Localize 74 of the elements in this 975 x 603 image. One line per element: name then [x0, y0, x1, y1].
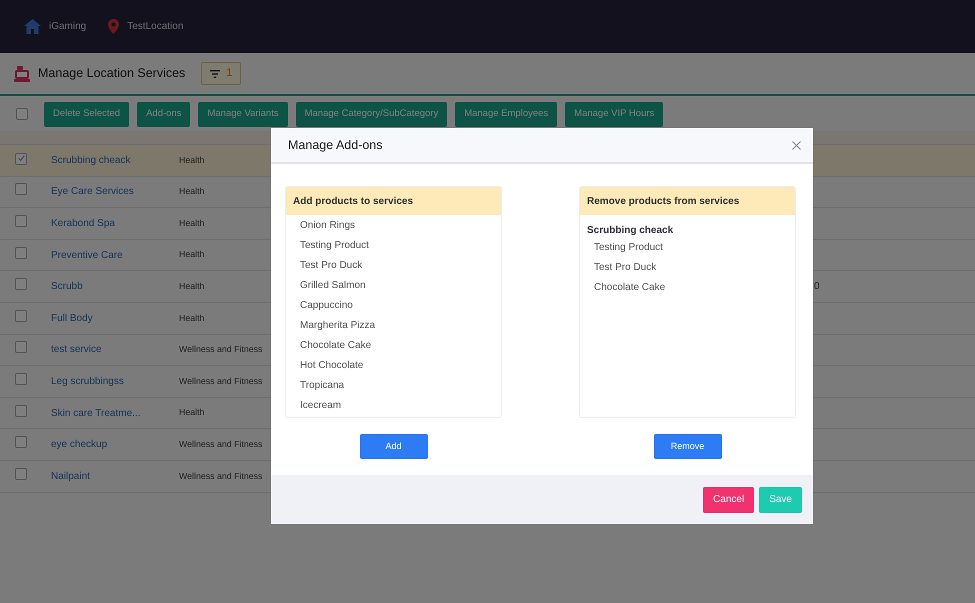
category-text: Health	[179, 249, 204, 260]
service-name-link[interactable]: Kerabond Spa	[51, 218, 115, 229]
select-all-checkbox[interactable]	[16, 108, 28, 120]
row-checkbox[interactable]	[15, 341, 27, 354]
category-text: Health	[179, 154, 204, 165]
page-title: Manage Location Services	[38, 65, 186, 82]
category-text: Health	[179, 186, 204, 196]
panel-title: Add products to services	[286, 187, 501, 215]
product-option[interactable]: Cappuccino	[300, 296, 501, 316]
service-name-link[interactable]: Preventive Care	[51, 250, 123, 261]
product-option[interactable]: Icecream	[300, 396, 501, 416]
service-name: Scrubbing cheack	[587, 225, 674, 236]
service-name-link[interactable]: Nailpaint	[51, 470, 90, 482]
service-name-link[interactable]: Leg scrubbingss	[51, 376, 124, 387]
product-option[interactable]: Chocolate Cake	[300, 336, 501, 356]
nav-link[interactable]: TestLocation	[127, 19, 184, 34]
product-option[interactable]: Tropicana	[300, 376, 501, 396]
category-text: Health	[179, 407, 204, 418]
panel-title: Remove products from services	[580, 187, 795, 215]
check-icon	[16, 154, 26, 164]
toolbar-button[interactable]: Add-ons	[137, 102, 190, 126]
product-option[interactable]: Grilled Salmon	[300, 276, 501, 296]
row-checkbox[interactable]	[15, 436, 27, 448]
service-name-link[interactable]: test service	[51, 344, 102, 356]
category-text: Health	[179, 281, 204, 292]
cancel-button[interactable]: Cancel	[703, 486, 754, 512]
modal-title: Manage Add-ons	[288, 136, 383, 154]
home-icon[interactable]	[24, 19, 41, 34]
filter-count: 1	[226, 66, 232, 82]
category-text: Health	[179, 218, 204, 228]
category-text: Wellness and Fitness	[179, 376, 262, 386]
product-option[interactable]: Chocolate Cake	[594, 282, 666, 293]
category-text: Health	[179, 312, 204, 323]
close-icon[interactable]	[792, 140, 801, 150]
toolbar-button[interactable]: Manage VIP Hours	[565, 102, 664, 126]
row-checkbox[interactable]	[15, 468, 27, 480]
toolbar-button[interactable]: Manage Category/SubCategory	[296, 102, 448, 126]
row-checkbox[interactable]	[15, 404, 27, 417]
row-checkbox[interactable]	[15, 183, 27, 196]
table-cell: 0	[814, 281, 820, 292]
category-text: Wellness and Fitness	[179, 470, 262, 481]
add-button[interactable]: Add	[360, 434, 428, 459]
toolbar-button[interactable]: Manage Variants	[198, 102, 288, 126]
row-checkbox[interactable]	[15, 278, 27, 290]
row-checkbox[interactable]	[15, 246, 27, 259]
remove-button[interactable]: Remove	[654, 434, 722, 459]
nav-link[interactable]: iGaming	[49, 19, 86, 34]
service-name-link[interactable]: Full Body	[51, 312, 93, 324]
filter-icon	[210, 70, 220, 78]
map-pin-icon[interactable]	[108, 19, 120, 34]
product-option[interactable]: Test Pro Duck	[300, 256, 501, 276]
service-name-link[interactable]: Scrubbing cheack	[51, 154, 130, 166]
row-checkbox[interactable]	[15, 372, 27, 385]
row-checkbox[interactable]	[15, 310, 27, 322]
product-option[interactable]: Testing Product	[300, 236, 501, 256]
save-button[interactable]: Save	[759, 486, 802, 512]
row-checkbox[interactable]	[15, 152, 27, 165]
category-text: Wellness and Fitness	[179, 439, 262, 450]
toolbar-button[interactable]: Manage Employees	[455, 102, 558, 126]
row-checkbox[interactable]	[15, 214, 27, 227]
category-text: Wellness and Fitness	[179, 344, 262, 354]
toolbar-button[interactable]: Delete Selected	[44, 102, 130, 126]
service-name-link[interactable]: eye checkup	[51, 439, 108, 450]
service-name-link[interactable]: Scrubb	[51, 281, 83, 292]
product-option[interactable]: Hot Chocolate	[300, 356, 501, 376]
product-option[interactable]: Testing Product	[594, 242, 663, 253]
service-name-link[interactable]: Skin care Treatme...	[51, 408, 140, 419]
filter-button[interactable]: 1	[201, 62, 242, 85]
service-name-link[interactable]: Eye Care Services	[51, 186, 134, 198]
product-option[interactable]: Test Pro Duck	[594, 262, 656, 273]
product-option[interactable]: Onion Rings	[300, 216, 501, 236]
product-list[interactable]: Onion Rings Testing Product Test Pro Duck Grilled Salmon Cappuccino Margherita Pizza Chocolate Cake Hot Chocolate Tropicana Icecream	[286, 215, 501, 417]
product-option[interactable]: Margherita Pizza	[300, 316, 501, 336]
cash-register-icon	[14, 66, 30, 82]
